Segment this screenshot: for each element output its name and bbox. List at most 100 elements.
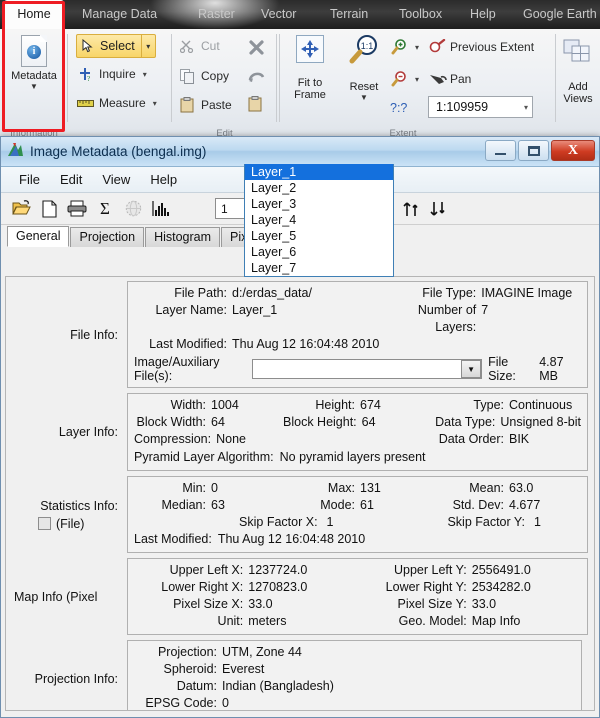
ribbon-tab-raster[interactable]: Raster (188, 0, 245, 29)
undo-button[interactable] (248, 69, 265, 89)
dropdown-option-layer-4[interactable]: Layer_4 (245, 212, 393, 228)
ribbon-tab-vector[interactable]: Vector (251, 0, 306, 29)
scale-input[interactable]: 1:109959 ▾ (428, 96, 533, 118)
dropdown-option-layer-1[interactable]: Layer_1 (245, 164, 393, 180)
print-button[interactable] (63, 196, 91, 222)
ribbon-tab-toolbox[interactable]: Toolbox (389, 0, 452, 29)
dropdown-option-layer-3[interactable]: Layer_3 (245, 196, 393, 212)
open-file-button[interactable] (7, 196, 35, 222)
ribbon-tab-manage-data[interactable]: Manage Data (72, 0, 167, 29)
zoom-in-dropdown-caret-icon[interactable]: ▾ (415, 43, 419, 52)
delete-button[interactable] (248, 39, 265, 61)
inquire-button[interactable]: ? Inquire ▾ (76, 66, 147, 82)
ribbon-tab-help[interactable]: Help (460, 0, 506, 29)
pan-icon-wrap[interactable] (428, 72, 448, 91)
cut-button-label: Cut (201, 39, 220, 53)
close-button[interactable]: X (551, 140, 595, 161)
section-statistics-info: Statistics Info: (File) Min: 0 Max: 131 Me… (12, 476, 588, 553)
dropdown-option-layer-6[interactable]: Layer_6 (245, 244, 393, 260)
projection-info-box: Projection: UTM, Zone 44 Spheroid: Everest… (127, 640, 582, 710)
measure-button[interactable]: Measure ▾ (76, 95, 157, 111)
paste-special-button[interactable] (248, 96, 262, 117)
cursor-arrow-icon (77, 39, 97, 53)
tab-general[interactable]: General (7, 226, 70, 247)
layer-name-key: Layer Name: (155, 303, 227, 317)
layer-field: Compression: None (134, 432, 247, 446)
ribbon-tab-google-earth[interactable]: Google Earth (513, 0, 600, 29)
copy-button[interactable]: Copy (178, 68, 229, 84)
metadata-button[interactable]: i Metadata ▼ (3, 35, 65, 91)
scale-dropdown-caret-icon[interactable]: ▾ (524, 103, 528, 112)
chevron-down-icon[interactable]: ▼ (461, 360, 482, 378)
maximize-button[interactable] (518, 140, 549, 161)
reset-chevron-down-icon[interactable]: ▼ (337, 93, 391, 102)
layer-name-value: Layer_1 (232, 303, 278, 317)
minimize-button[interactable] (485, 140, 516, 161)
ribbon-group-edit-extras (238, 29, 280, 140)
scale-input-value: 1:109959 (436, 100, 489, 114)
select-button[interactable]: Select ▾ (76, 34, 156, 58)
ribbon-tab-terrain[interactable]: Terrain (320, 0, 378, 29)
reset-button-label: Reset (349, 81, 379, 93)
cut-button[interactable]: Cut (178, 38, 220, 54)
inquire-dropdown-caret-icon[interactable]: ▾ (143, 70, 147, 79)
dropdown-option-layer-5[interactable]: Layer_5 (245, 228, 393, 244)
sort-ascending-button[interactable] (401, 198, 423, 220)
layer-field: Width: 1004 (170, 398, 239, 412)
fit-to-frame-button[interactable]: Fit to Frame (282, 35, 338, 101)
layer-info-label: Layer Info: (58, 425, 118, 439)
layer-name-row: Layer Name: Layer_1 Number of Layers: 7 (134, 302, 581, 336)
statistics-sigma-button[interactable]: Σ (91, 196, 119, 222)
map-field: Upper Left X: 1237724.0 (169, 563, 308, 577)
pyramid-value: No pyramid layers present (279, 450, 426, 464)
menu-item-edit[interactable]: Edit (50, 170, 92, 189)
zoom-out-dropdown-caret-icon[interactable]: ▾ (415, 75, 419, 84)
erdas-ribbon-application: Home Manage Data Raster Vector Terrain T… (0, 0, 600, 140)
aux-files-combo[interactable]: ▼ (252, 359, 483, 379)
skip-x-row: Skip Factor X: 1 (239, 515, 334, 529)
minimize-icon (495, 152, 506, 155)
projection-field: Datum: Indian (Bangladesh) (176, 679, 334, 693)
menu-item-view[interactable]: View (92, 170, 140, 189)
dropdown-option-layer-2[interactable]: Layer_2 (245, 180, 393, 196)
paste-button[interactable]: Paste (178, 97, 232, 113)
menu-item-file[interactable]: File (9, 170, 50, 189)
select-button-label: Select (100, 39, 135, 53)
ribbon-tab-home[interactable]: Home (4, 0, 64, 29)
zoom-in-icon (390, 39, 408, 55)
skip-factor-grid: Skip Factor X: 1 Skip Factor Y: 1 (134, 514, 581, 531)
zoom-in-button[interactable]: ▾ (390, 39, 419, 55)
previous-extent-label[interactable]: Previous Extent (450, 40, 534, 54)
zoom-out-button[interactable]: ▾ (390, 71, 419, 87)
scale-help-button[interactable]: ?:? (390, 101, 407, 115)
chevron-down-icon[interactable]: ▼ (3, 82, 65, 91)
file-info-label: File Info: (70, 327, 118, 342)
reset-button[interactable]: 1:1 Reset ▼ (337, 35, 391, 102)
globe-button[interactable] (119, 196, 147, 222)
menu-item-help[interactable]: Help (140, 170, 187, 189)
ribbon-tab-terrain-label: Terrain (330, 7, 369, 21)
sort-descending-button[interactable] (428, 198, 450, 220)
measure-button-label: Measure (99, 96, 146, 110)
ribbon-tab-manage-data-label: Manage Data (82, 7, 158, 21)
tab-histogram[interactable]: Histogram (145, 227, 221, 247)
add-views-button[interactable]: Add Views (547, 39, 600, 105)
map-field: Lower Right Y: 2534282.0 (385, 580, 531, 594)
select-dropdown-caret-icon[interactable]: ▾ (142, 42, 155, 51)
file-checkbox[interactable] (38, 517, 51, 530)
new-file-button[interactable] (35, 196, 63, 222)
last-modified-row: Last Modified: Thu Aug 12 16:04:48 2010 (134, 336, 581, 353)
ribbon-tab-help-label: Help (470, 7, 496, 21)
pan-button-label[interactable]: Pan (450, 72, 471, 86)
dropdown-option-layer-7[interactable]: Layer_7 (245, 260, 393, 276)
tab-projection[interactable]: Projection (70, 227, 145, 247)
file-checkbox-row[interactable]: (File) (12, 517, 127, 531)
statistics-info-label: Statistics Info: (40, 498, 118, 513)
window-title-bar[interactable]: Image Metadata (bengal.img) X (1, 137, 599, 167)
previous-extent-icon-wrap[interactable] (428, 38, 446, 60)
measure-dropdown-caret-icon[interactable]: ▾ (153, 99, 157, 108)
layer-select-dropdown-list[interactable]: Layer_1 Layer_2 Layer_3 Layer_4 Layer_5 … (244, 164, 394, 277)
stats-last-modified-key: Last Modified: (134, 532, 212, 546)
ribbon-tab-vector-label: Vector (261, 7, 297, 21)
histogram-button[interactable] (147, 196, 175, 222)
